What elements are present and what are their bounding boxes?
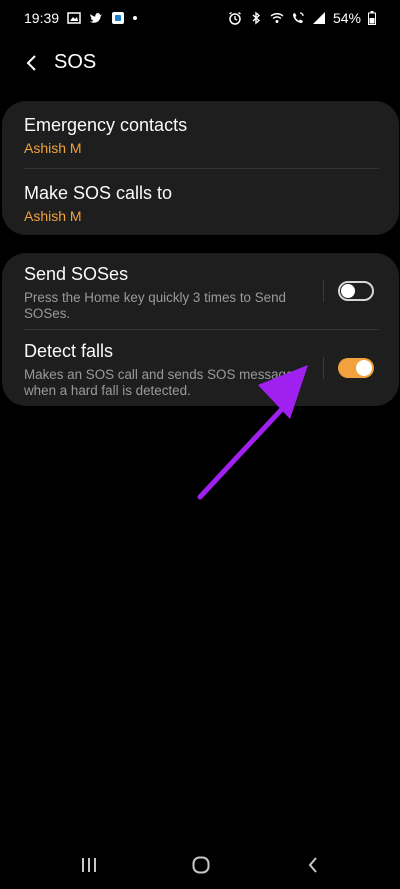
app-badge-icon xyxy=(112,12,125,24)
status-bar: 19:39 54% xyxy=(0,0,400,38)
alarm-icon xyxy=(229,11,241,25)
status-time: 19:39 xyxy=(24,10,60,26)
recents-icon xyxy=(82,858,96,872)
status-left: 19:39 xyxy=(24,10,138,26)
emergency-contacts-value: Ashish M xyxy=(24,140,82,156)
battery-icon xyxy=(368,11,376,25)
send-soses-item[interactable]: Send SOSes Press the Home key quickly 3 … xyxy=(24,264,379,322)
toggle-knob xyxy=(356,360,372,376)
home-icon xyxy=(192,856,210,874)
back-arrow-icon xyxy=(26,55,36,71)
make-sos-calls-title: Make SOS calls to xyxy=(24,183,173,203)
emergency-contacts-title: Emergency contacts xyxy=(24,115,188,135)
wifi-icon xyxy=(270,13,284,23)
emergency-contacts-item[interactable]: Emergency contacts Ashish M xyxy=(24,115,379,156)
nav-back-button[interactable] xyxy=(298,850,328,880)
navigation-bar xyxy=(0,838,400,889)
twitter-icon xyxy=(90,13,103,23)
app-header: SOS xyxy=(0,40,400,86)
recents-button[interactable] xyxy=(74,850,104,880)
signal-icon xyxy=(312,12,325,24)
status-right: 54% xyxy=(228,10,376,26)
bluetooth-icon xyxy=(252,11,261,25)
toggle-separator xyxy=(323,280,324,302)
make-sos-calls-value: Ashish M xyxy=(24,208,82,224)
divider xyxy=(24,329,379,330)
wifi-call-icon xyxy=(292,12,304,23)
annotation-arrow-icon xyxy=(197,365,308,500)
divider xyxy=(24,168,379,169)
send-soses-title: Send SOSes xyxy=(24,264,129,284)
nav-back-icon xyxy=(308,857,317,873)
notification-dot xyxy=(133,16,138,20)
page-title: SOS xyxy=(54,51,97,73)
battery-percent: 54% xyxy=(332,10,361,26)
back-button[interactable] xyxy=(18,50,44,76)
gallery-icon xyxy=(67,12,81,24)
contacts-card: Emergency contacts Ashish M Make SOS cal… xyxy=(2,101,399,235)
detect-falls-toggle[interactable] xyxy=(338,358,374,378)
send-soses-description: Press the Home key quickly 3 times to Se… xyxy=(24,290,286,321)
send-soses-toggle[interactable] xyxy=(338,281,374,301)
toggle-knob xyxy=(341,284,355,298)
home-button[interactable] xyxy=(186,850,216,880)
make-sos-calls-item[interactable]: Make SOS calls to Ashish M xyxy=(24,183,379,224)
